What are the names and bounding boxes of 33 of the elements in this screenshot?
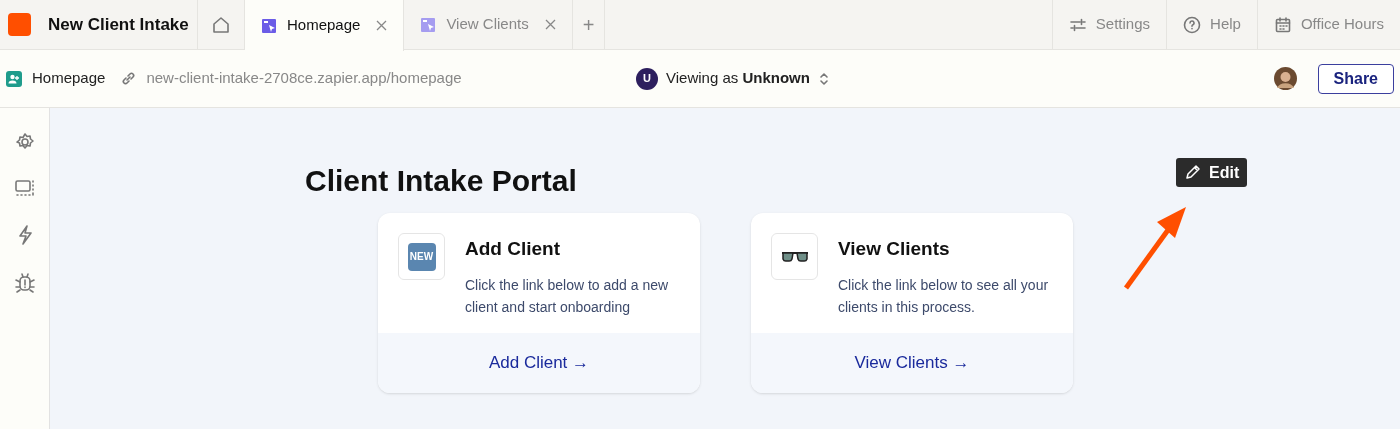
- edit-button[interactable]: Edit: [1176, 158, 1248, 187]
- new-badge-icon: NEW: [407, 242, 436, 271]
- help-icon: [1183, 15, 1202, 34]
- app-logo: [8, 13, 31, 36]
- page-title: Client Intake Portal: [305, 163, 577, 199]
- page-name: Homepage: [32, 68, 106, 89]
- avatar[interactable]: [1273, 67, 1297, 90]
- close-icon[interactable]: [544, 19, 556, 30]
- card-title: View Clients: [838, 237, 951, 261]
- viewer-avatar: U: [636, 67, 658, 90]
- user-add-icon: [6, 70, 22, 87]
- share-button[interactable]: Share: [1317, 63, 1394, 94]
- tab[interactable]: Homepage: [245, 0, 405, 51]
- page-icon: [261, 17, 277, 34]
- card-description: Click the link below to see all your clients in this process.: [838, 275, 1050, 317]
- card-link[interactable]: Add Client →: [488, 350, 590, 376]
- app-title: New Client Intake: [48, 13, 189, 36]
- link-icon: [121, 71, 137, 86]
- pencil-icon: [1184, 164, 1201, 181]
- layout-icon[interactable]: [13, 178, 36, 198]
- bug-icon[interactable]: [13, 272, 36, 294]
- chevron-updown-icon[interactable]: [817, 70, 830, 87]
- calendar-icon: [1273, 15, 1292, 34]
- close-icon[interactable]: [376, 20, 388, 31]
- page-url[interactable]: new-client-intake-2708ce.zapier.app/homepage: [146, 67, 462, 90]
- viewing-as-text[interactable]: Viewing as Unknown: [666, 67, 810, 90]
- home-icon[interactable]: [212, 15, 230, 34]
- card-description: Click the link below to add a new client and start onboarding: [465, 275, 670, 317]
- page-icon: [420, 16, 437, 33]
- settings-icon[interactable]: [14, 132, 35, 152]
- sunglasses-icon: [780, 249, 809, 264]
- card-link[interactable]: View Clients →: [854, 350, 970, 376]
- card-title: Add Client: [465, 237, 561, 261]
